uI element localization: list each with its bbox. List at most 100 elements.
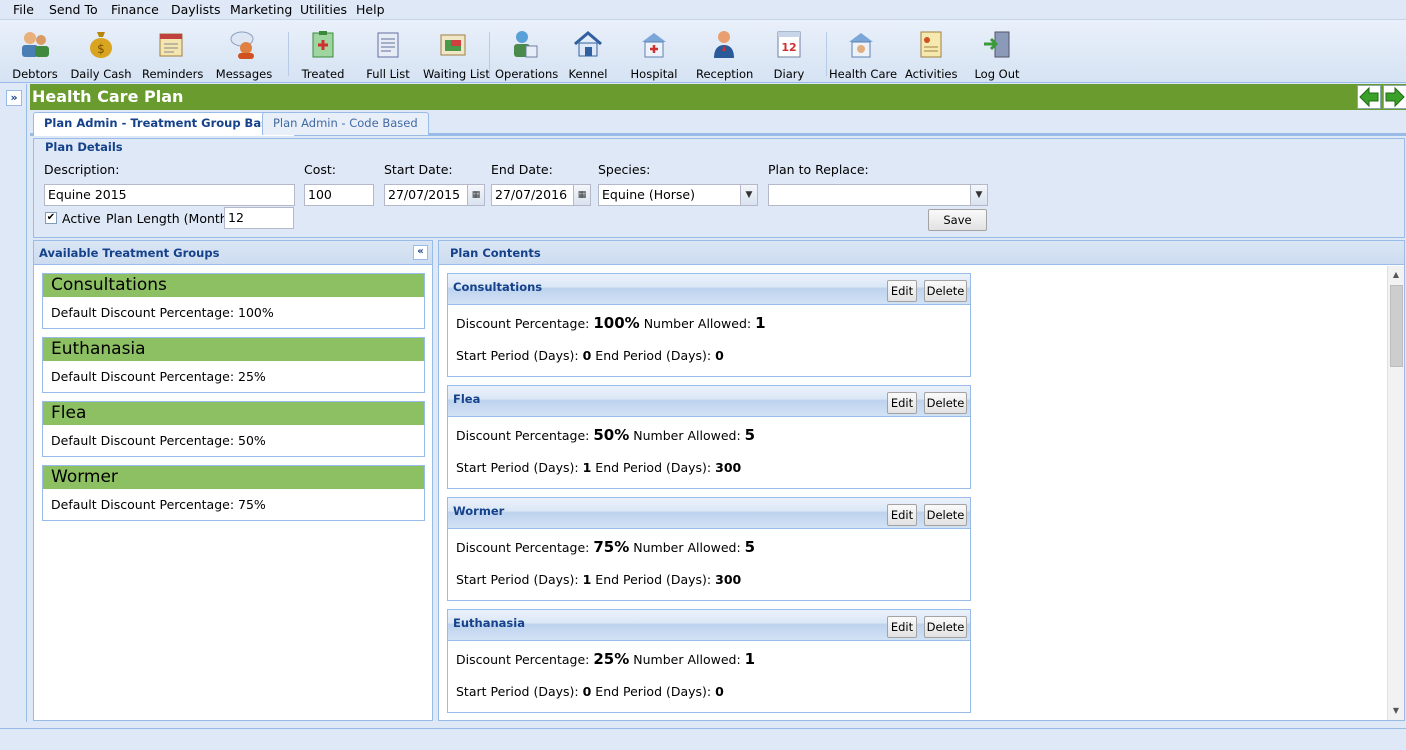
menu-daylists[interactable]: Daylists — [171, 2, 221, 17]
allowed-label: Number Allowed: — [633, 428, 741, 443]
toolbar-daily-cash-label: Daily Cash — [70, 67, 132, 81]
delete-button[interactable]: Delete — [924, 504, 967, 526]
expand-icon[interactable]: » — [6, 90, 22, 106]
end-period-label: End Period (Days): — [595, 348, 712, 363]
edit-button[interactable]: Edit — [887, 504, 917, 526]
plan-contents-panel: Plan Contents Consultations Edit Delete … — [438, 240, 1405, 721]
start-date-field[interactable]: 27/07/2015 ▦ — [384, 184, 485, 206]
allowed-label: Number Allowed: — [643, 316, 752, 331]
edit-button[interactable]: Edit — [887, 392, 917, 414]
toolbar-debtors-button[interactable]: Debtors — [10, 26, 60, 81]
start-period-label: Start Period (Days): — [456, 460, 579, 475]
plan-item-card: Flea Edit Delete Discount Percentage: 50… — [447, 385, 971, 489]
toolbar-hospital-button[interactable]: Hospital — [628, 26, 680, 81]
toolbar-health-care-button[interactable]: Health Care — [829, 26, 897, 81]
plan-details-fieldset: Plan Details Description: Equine 2015 Co… — [33, 138, 1405, 238]
toolbar-treated-button[interactable]: Treated — [298, 26, 348, 81]
toolbar-full-list-button[interactable]: Full List — [362, 26, 414, 81]
toolbar-kennel-button[interactable]: Kennel — [565, 26, 611, 81]
toolbar-treated-label: Treated — [301, 67, 345, 81]
save-button[interactable]: Save — [928, 209, 987, 231]
toolbar-reception-button[interactable]: Reception — [696, 26, 753, 81]
menu-help[interactable]: Help — [356, 2, 385, 17]
reception-icon — [714, 31, 734, 58]
treatment-group-name: Flea — [43, 402, 424, 425]
cost-field[interactable]: 100 — [304, 184, 374, 206]
calendar-icon[interactable]: ▦ — [573, 185, 590, 205]
plan-length-field[interactable]: 12 — [224, 207, 294, 229]
menu-file[interactable]: File — [13, 2, 34, 17]
treatment-group-name: Wormer — [43, 466, 424, 489]
chevron-down-icon[interactable]: ▼ — [970, 185, 987, 205]
allowed-label: Number Allowed: — [633, 652, 741, 667]
edit-button[interactable]: Edit — [887, 280, 917, 302]
description-field[interactable]: Equine 2015 — [44, 184, 295, 206]
treatment-group-discount: Default Discount Percentage: 75% — [51, 497, 266, 512]
tab-plan-admin-code-based[interactable]: Plan Admin - Code Based — [262, 112, 429, 135]
toolbar-log-out-label: Log Out — [974, 67, 1020, 81]
toolbar-reminders-button[interactable]: Reminders — [142, 26, 204, 81]
menu-utilities[interactable]: Utilities — [300, 2, 347, 17]
scroll-up-icon[interactable]: ▲ — [1388, 268, 1404, 282]
chevron-down-icon[interactable]: ▼ — [740, 185, 757, 205]
menu-bar: File Send To Finance Daylists Marketing … — [0, 0, 1406, 20]
plan-item-period-line: Start Period (Days): 1 End Period (Days)… — [456, 460, 741, 475]
discount-label: Discount Percentage: — [456, 428, 590, 443]
active-checkbox[interactable]: ✔ — [45, 212, 57, 224]
plan-item-discount-line: Discount Percentage: 100% Number Allowed… — [456, 314, 766, 332]
toolbar-full-list-label: Full List — [366, 67, 410, 81]
toolbar-operations-button[interactable]: Operations — [495, 26, 558, 81]
collapse-icon[interactable]: « — [413, 245, 428, 260]
scrollbar-thumb[interactable] — [1390, 285, 1403, 367]
tab-plan-admin-treatment-group[interactable]: Plan Admin - Treatment Group Based — [33, 112, 295, 136]
end-period-label: End Period (Days): — [595, 684, 712, 699]
vertical-scrollbar[interactable]: ▲ ▼ — [1387, 266, 1404, 720]
toolbar-activities-button[interactable]: Activities — [905, 26, 957, 81]
toolbar-debtors-label: Debtors — [12, 67, 58, 81]
plan-item-card: Wormer Edit Delete Discount Percentage: … — [447, 497, 971, 601]
start-period-value: 1 — [582, 572, 592, 587]
plan-item-card: Consultations Edit Delete Discount Perce… — [447, 273, 971, 377]
menu-finance[interactable]: Finance — [111, 2, 159, 17]
debtors-icon — [22, 32, 49, 57]
messages-icon — [230, 31, 254, 59]
forward-arrow-icon[interactable] — [1383, 85, 1406, 109]
species-label: Species: — [598, 162, 651, 177]
treatment-group-card[interactable]: Wormer Default Discount Percentage: 75% — [42, 465, 425, 521]
treatment-group-card[interactable]: Consultations Default Discount Percentag… — [42, 273, 425, 329]
plan-item-header: Flea Edit Delete — [448, 386, 970, 417]
plan-item-period-line: Start Period (Days): 0 End Period (Days)… — [456, 348, 724, 363]
toolbar-reminders-label: Reminders — [142, 67, 204, 81]
menu-send-to[interactable]: Send To — [49, 2, 98, 17]
plan-item-header: Euthanasia Edit Delete — [448, 610, 970, 641]
end-date-field[interactable]: 27/07/2016 ▦ — [491, 184, 591, 206]
back-arrow-icon[interactable] — [1357, 85, 1381, 109]
delete-button[interactable]: Delete — [924, 392, 967, 414]
plan-item-name: Wormer — [453, 504, 505, 518]
available-treatment-groups-header: Available Treatment Groups « — [34, 241, 432, 265]
toolbar-waiting-list-label: Waiting List — [423, 67, 490, 81]
available-treatment-groups-panel: Available Treatment Groups « Consultatio… — [33, 240, 433, 721]
toolbar-messages-label: Messages — [215, 67, 273, 81]
operations-icon — [514, 31, 538, 58]
toolbar-log-out-button[interactable]: Log Out — [972, 26, 1022, 81]
description-label: Description: — [44, 162, 120, 177]
treatment-group-card[interactable]: Euthanasia Default Discount Percentage: … — [42, 337, 425, 393]
menu-marketing[interactable]: Marketing — [230, 2, 292, 17]
health-care-icon — [849, 33, 873, 58]
discount-value: 75% — [593, 538, 630, 556]
calendar-icon[interactable]: ▦ — [467, 185, 484, 205]
scroll-down-icon[interactable]: ▼ — [1388, 704, 1404, 718]
delete-button[interactable]: Delete — [924, 280, 967, 302]
delete-button[interactable]: Delete — [924, 616, 967, 638]
treatment-group-card[interactable]: Flea Default Discount Percentage: 50% — [42, 401, 425, 457]
toolbar-separator — [826, 32, 827, 76]
activities-icon — [920, 31, 942, 58]
toolbar-diary-button[interactable]: 12 Diary — [766, 26, 812, 81]
plan-to-replace-select[interactable]: ▼ — [768, 184, 988, 206]
species-select[interactable]: Equine (Horse) ▼ — [598, 184, 758, 206]
edit-button[interactable]: Edit — [887, 616, 917, 638]
toolbar-waiting-list-button[interactable]: Waiting List — [423, 26, 490, 81]
toolbar-messages-button[interactable]: Messages — [214, 26, 274, 81]
toolbar-daily-cash-button[interactable]: $ Daily Cash — [70, 26, 132, 81]
